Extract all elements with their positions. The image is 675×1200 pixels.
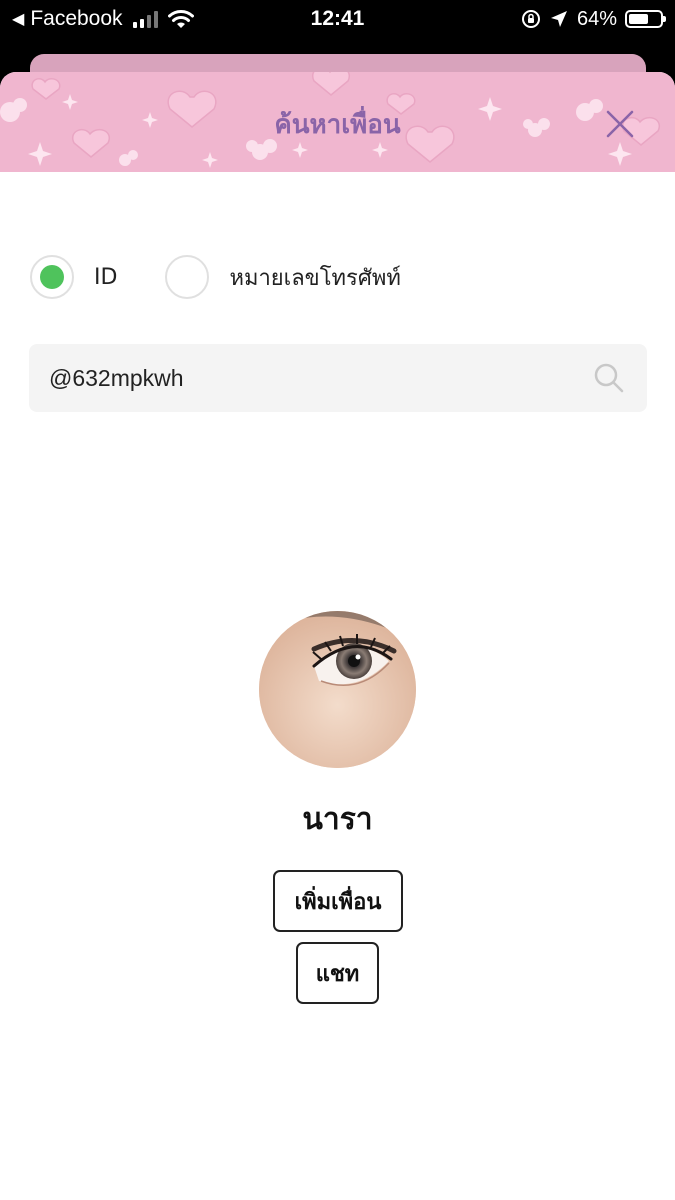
radio-id[interactable] [30,255,74,299]
sheet-title: ค้นหาเพื่อน [274,110,401,140]
avatar[interactable] [259,611,416,768]
chat-button[interactable]: แชท [296,942,379,1004]
option-id-label[interactable]: ID [94,265,117,290]
orientation-lock-icon [521,10,540,28]
search-type-options: ID หมายเลขโทรศัพท์ [30,254,401,300]
status-bar: ◀ Facebook 12:41 64% [0,0,675,40]
search-icon[interactable] [593,362,625,394]
option-id[interactable]: ID [30,255,117,299]
sheet-header: ค้นหาเพื่อน [0,72,675,172]
close-button[interactable] [598,104,642,144]
avatar-image [259,611,416,768]
search-box[interactable] [29,344,647,412]
battery-icon [625,10,666,28]
find-friends-sheet: ค้นหาเพื่อน ID หมายเลขโทรศัพท์ @632mpkwh… [0,72,675,1200]
close-icon[interactable] [605,109,635,139]
battery-percent: 64% [576,7,617,30]
option-phone-label[interactable]: หมายเลขโทรศัพท์ [229,260,400,295]
radio-selected-dot [40,265,64,289]
search-input[interactable] [49,344,569,412]
profile-name: นารา [302,802,373,837]
status-right: 64% [521,6,666,32]
option-phone[interactable]: หมายเลขโทรศัพท์ [165,255,401,299]
radio-phone[interactable] [165,255,210,299]
add-friend-button[interactable]: เพิ่มเพื่อน [273,870,403,932]
location-arrow-icon [550,11,567,27]
